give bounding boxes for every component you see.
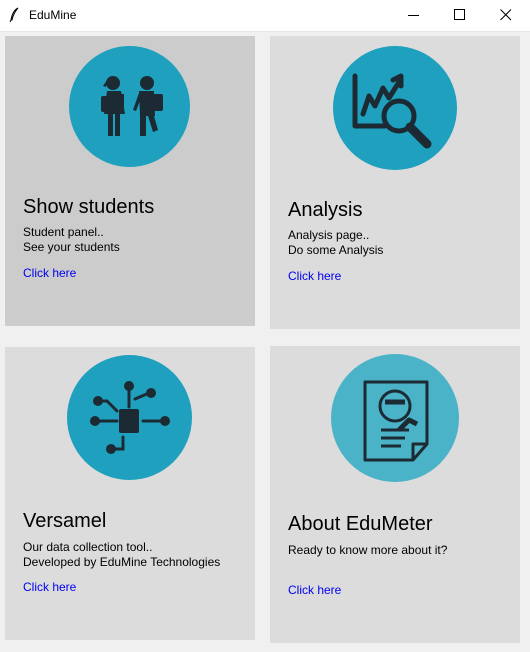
network-icon xyxy=(90,381,170,454)
network-icon-circle xyxy=(67,355,192,480)
card-link[interactable]: Click here xyxy=(288,583,341,597)
analysis-icon xyxy=(352,73,432,149)
card-title: Versamel xyxy=(23,510,107,532)
card-title: Analysis xyxy=(288,199,363,221)
card-analysis[interactable]: Analysis Analysis page.. Do some Analysi… xyxy=(270,36,520,329)
profile-document-icon-circle xyxy=(331,354,459,482)
analysis-icon-circle xyxy=(333,46,457,170)
card-description-line-2: Developed by EduMine Technologies xyxy=(23,555,221,569)
minimize-button[interactable] xyxy=(391,0,437,31)
card-description-line-2: Do some Analysis xyxy=(288,243,384,257)
profile-document-icon xyxy=(363,380,429,462)
window-title: EduMine xyxy=(29,8,77,22)
students-icon-circle xyxy=(69,46,190,167)
feather-icon xyxy=(9,7,19,23)
maximize-button[interactable] xyxy=(437,0,483,31)
title-bar: EduMine xyxy=(0,0,530,32)
card-description-line-1: Student panel.. xyxy=(23,225,104,239)
card-versamel[interactable]: Versamel Our data collection tool.. Deve… xyxy=(5,347,255,640)
card-link[interactable]: Click here xyxy=(288,269,341,283)
students-icon xyxy=(101,76,163,136)
card-show-students[interactable]: Show students Student panel.. See your s… xyxy=(5,36,255,326)
maximize-icon xyxy=(454,9,465,20)
card-description-line-1: Ready to know more about it? xyxy=(288,543,448,557)
card-description-line-1: Our data collection tool.. xyxy=(23,540,153,554)
card-link[interactable]: Click here xyxy=(23,580,76,594)
minimize-icon xyxy=(408,15,419,16)
close-button[interactable] xyxy=(483,0,529,31)
card-link[interactable]: Click here xyxy=(23,266,76,280)
close-icon xyxy=(500,9,512,21)
card-description-line-1: Analysis page.. xyxy=(288,228,370,242)
card-about-edumeter[interactable]: About EduMeter Ready to know more about … xyxy=(270,346,520,643)
card-title: About EduMeter xyxy=(288,513,433,535)
card-description-line-2: See your students xyxy=(23,240,120,254)
card-title: Show students xyxy=(23,196,155,218)
